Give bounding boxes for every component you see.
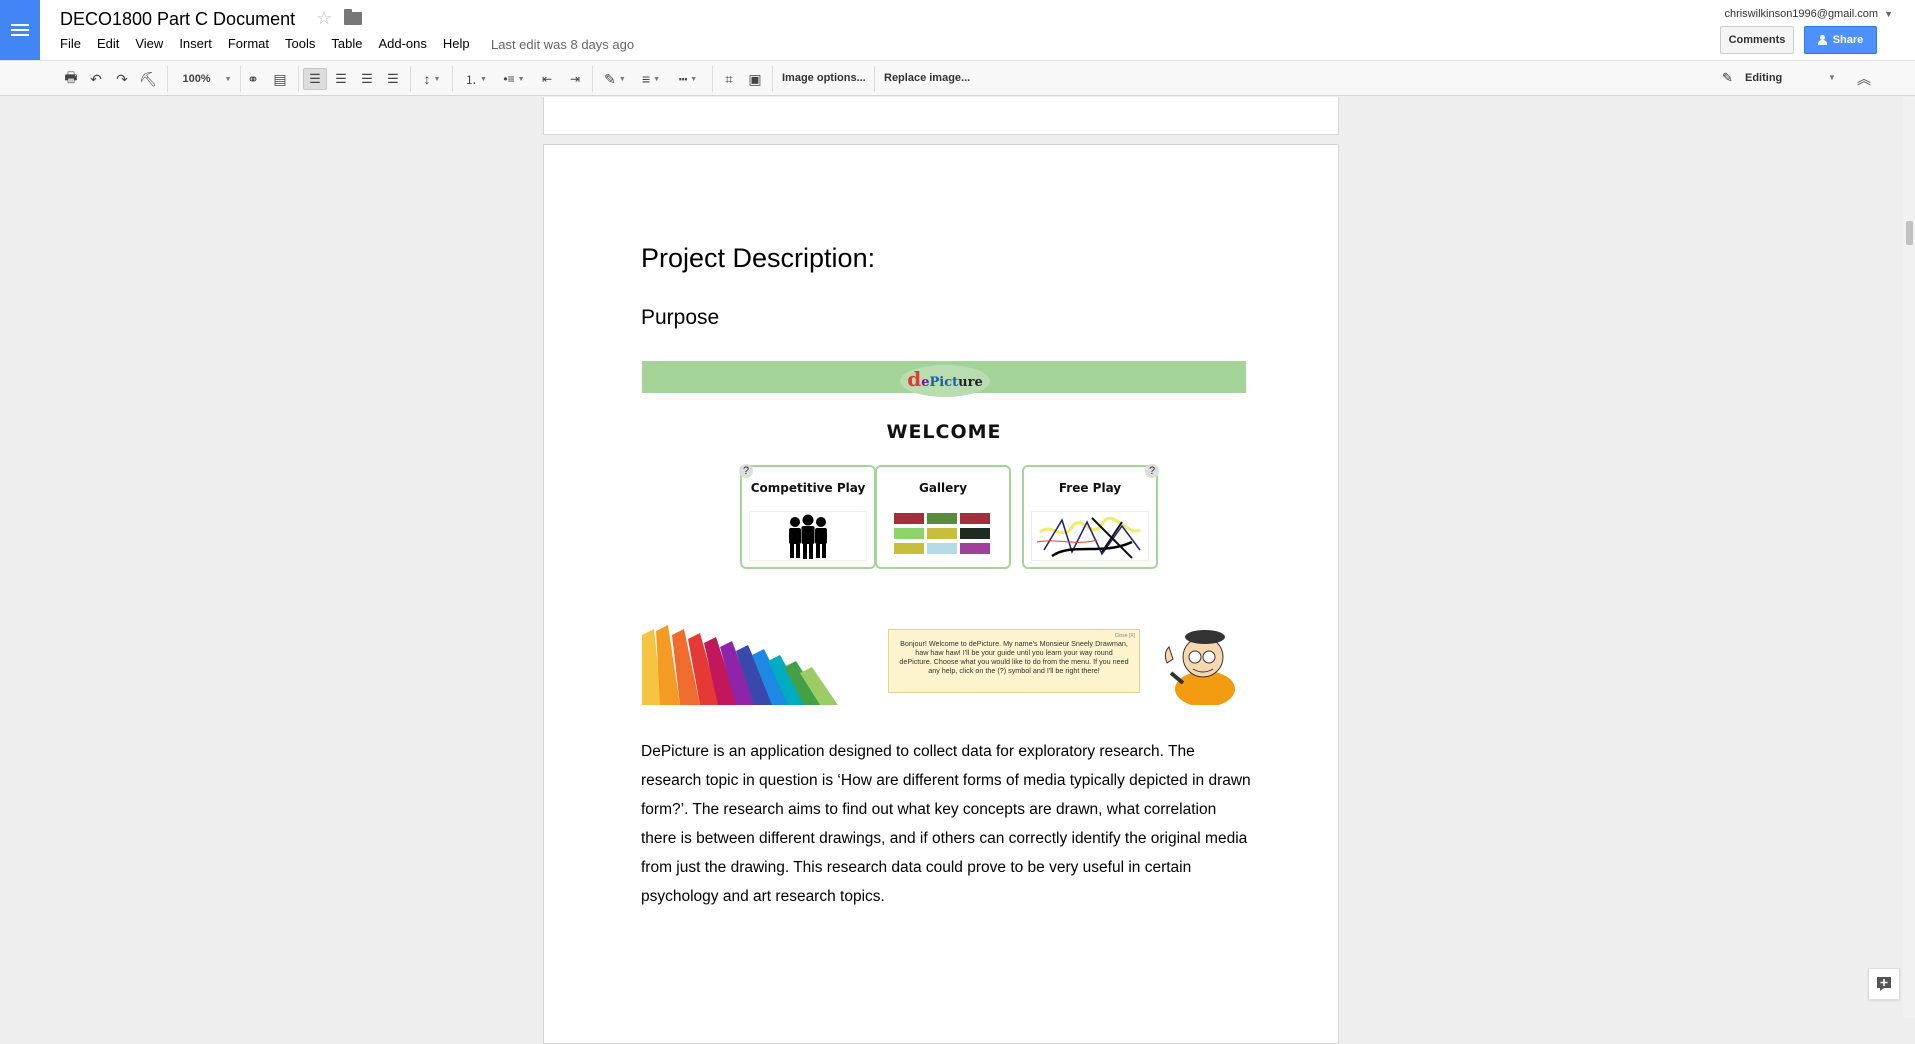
gallery-swatch [894,528,924,539]
image-reset-icon[interactable]: ▣ [744,68,766,90]
account-email: chriswilkinson1996@gmail.com [1724,8,1879,20]
speech-close-link: Close [X] [1114,633,1135,639]
chevron-down-icon[interactable]: ▼ [1828,73,1836,82]
purpose-paragraph[interactable]: DePicture is an application designed to … [641,737,1251,911]
gallery-swatch [960,513,990,524]
card-competitive-play: ? Competitive Play [739,464,876,569]
menu-file[interactable]: File [52,36,89,51]
help-icon: ? [739,464,753,478]
previous-page [543,97,1339,135]
line-spacing-icon[interactable]: ↕ ▼ [418,68,446,90]
decrease-indent-icon[interactable]: ⇤ [536,68,558,90]
embedded-app-screenshot[interactable]: dePicture WELCOME ? Competitive Play Gal… [642,361,1246,705]
guide-speech-bubble: Close [X] Bonjour! Welcome to dePicture.… [888,629,1140,693]
card-title: Gallery [918,481,968,495]
gallery-swatch [927,513,957,524]
depicture-logo: dePicture [907,367,983,391]
menu-addons[interactable]: Add-ons [370,36,434,51]
gallery-swatch [894,513,924,524]
share-label: Share [1832,34,1864,46]
pencil-icon: ✎ [1722,70,1733,85]
editing-mode-select[interactable]: Editing [1745,72,1782,84]
title-bar: DECO1800 Part C Document ☆ File Edit Vie… [0,0,1915,60]
bulleted-list-icon[interactable]: •≡ ▼ [498,68,530,90]
comments-button[interactable]: Comments [1720,26,1794,54]
last-edit-link[interactable]: Last edit was 8 days ago [491,37,634,52]
account-switcher[interactable]: chriswilkinson1996@gmail.com ▼ [1724,8,1893,20]
link-icon[interactable]: ⚭ [243,68,263,90]
gallery-swatch [927,543,957,554]
docs-home-icon[interactable] [0,0,40,60]
star-icon[interactable]: ☆ [316,8,332,29]
gallery-swatch [960,543,990,554]
card-title: Free Play [1058,481,1122,495]
border-weight-icon[interactable]: ≡ ▼ [636,68,666,90]
group-people-icon [749,511,867,561]
toolbar: 🖶 ↶ ↷ ⛏ 100% ▼ ⚭ ▤ ☰ ☰ ☰ ☰ ↕ ▼ ⒈ ▼ •≡ ▼ ⇤ ⇥ … [0,60,1915,96]
person-icon [1817,35,1827,45]
crop-icon[interactable]: ⌗ [718,68,740,90]
menu-edit[interactable]: Edit [89,36,127,51]
card-title: Competitive Play [750,481,866,495]
menu-bar: File Edit View Insert Format Tools Table… [52,36,478,51]
print-icon[interactable]: 🖶 [62,68,80,90]
menu-tools[interactable]: Tools [277,36,323,51]
paint-format-icon[interactable]: ⛏ [138,68,158,90]
align-justify-icon[interactable]: ☰ [382,68,404,90]
speech-text: Bonjour! Welcome to dePicture. My name's… [899,639,1129,675]
scribble-drawing-icon [1031,511,1149,561]
document-page[interactable]: Project Description: Purpose dePicture W… [543,144,1339,1044]
menu-table[interactable]: Table [323,36,370,51]
share-button[interactable]: Share [1804,26,1877,54]
scrollbar-thumb[interactable] [1906,221,1913,245]
comment-icon[interactable]: ▤ [270,68,290,90]
card-free-play: ? Free Play [1022,464,1159,569]
explore-button[interactable] [1868,968,1900,1000]
document-title[interactable]: DECO1800 Part C Document [60,9,295,30]
image-options-button[interactable]: Image options... [782,72,866,84]
scrollbar[interactable] [1903,97,1915,1018]
gallery-swatch [927,528,957,539]
increase-indent-icon[interactable]: ⇥ [564,68,586,90]
align-left-icon[interactable]: ☰ [303,68,327,90]
align-right-icon[interactable]: ☰ [356,68,378,90]
gallery-grid-icon [884,511,1002,561]
menu-insert[interactable]: Insert [171,36,220,51]
gallery-swatch [894,543,924,554]
colored-pencils-illustration [642,625,838,705]
gallery-swatch [960,528,990,539]
heading-purpose[interactable]: Purpose [641,306,719,330]
chevron-down-icon: ▼ [1884,9,1893,19]
guide-character-illustration [1164,630,1235,705]
card-gallery: Gallery [875,465,1011,569]
folder-icon[interactable] [344,9,362,25]
menu-format[interactable]: Format [220,36,277,51]
heading-project-description[interactable]: Project Description: [641,243,875,274]
menu-help[interactable]: Help [435,36,478,51]
menu-view[interactable]: View [127,36,171,51]
numbered-list-icon[interactable]: ⒈ ▼ [460,68,492,90]
explore-icon [1877,977,1891,991]
replace-image-button[interactable]: Replace image... [884,72,970,84]
help-icon: ? [1145,464,1159,478]
zoom-value: 100% [182,73,211,85]
border-color-icon[interactable]: ✎ ▼ [600,68,630,90]
redo-icon[interactable]: ↷ [112,68,132,90]
welcome-title: WELCOME [886,421,1002,443]
align-center-icon[interactable]: ☰ [330,68,352,90]
undo-icon[interactable]: ↶ [86,68,106,90]
border-dash-icon[interactable]: ┅ ▼ [672,68,704,90]
collapse-menus-icon[interactable]: ︽ [1857,69,1871,89]
zoom-select[interactable]: 100% ▼ [178,68,236,90]
